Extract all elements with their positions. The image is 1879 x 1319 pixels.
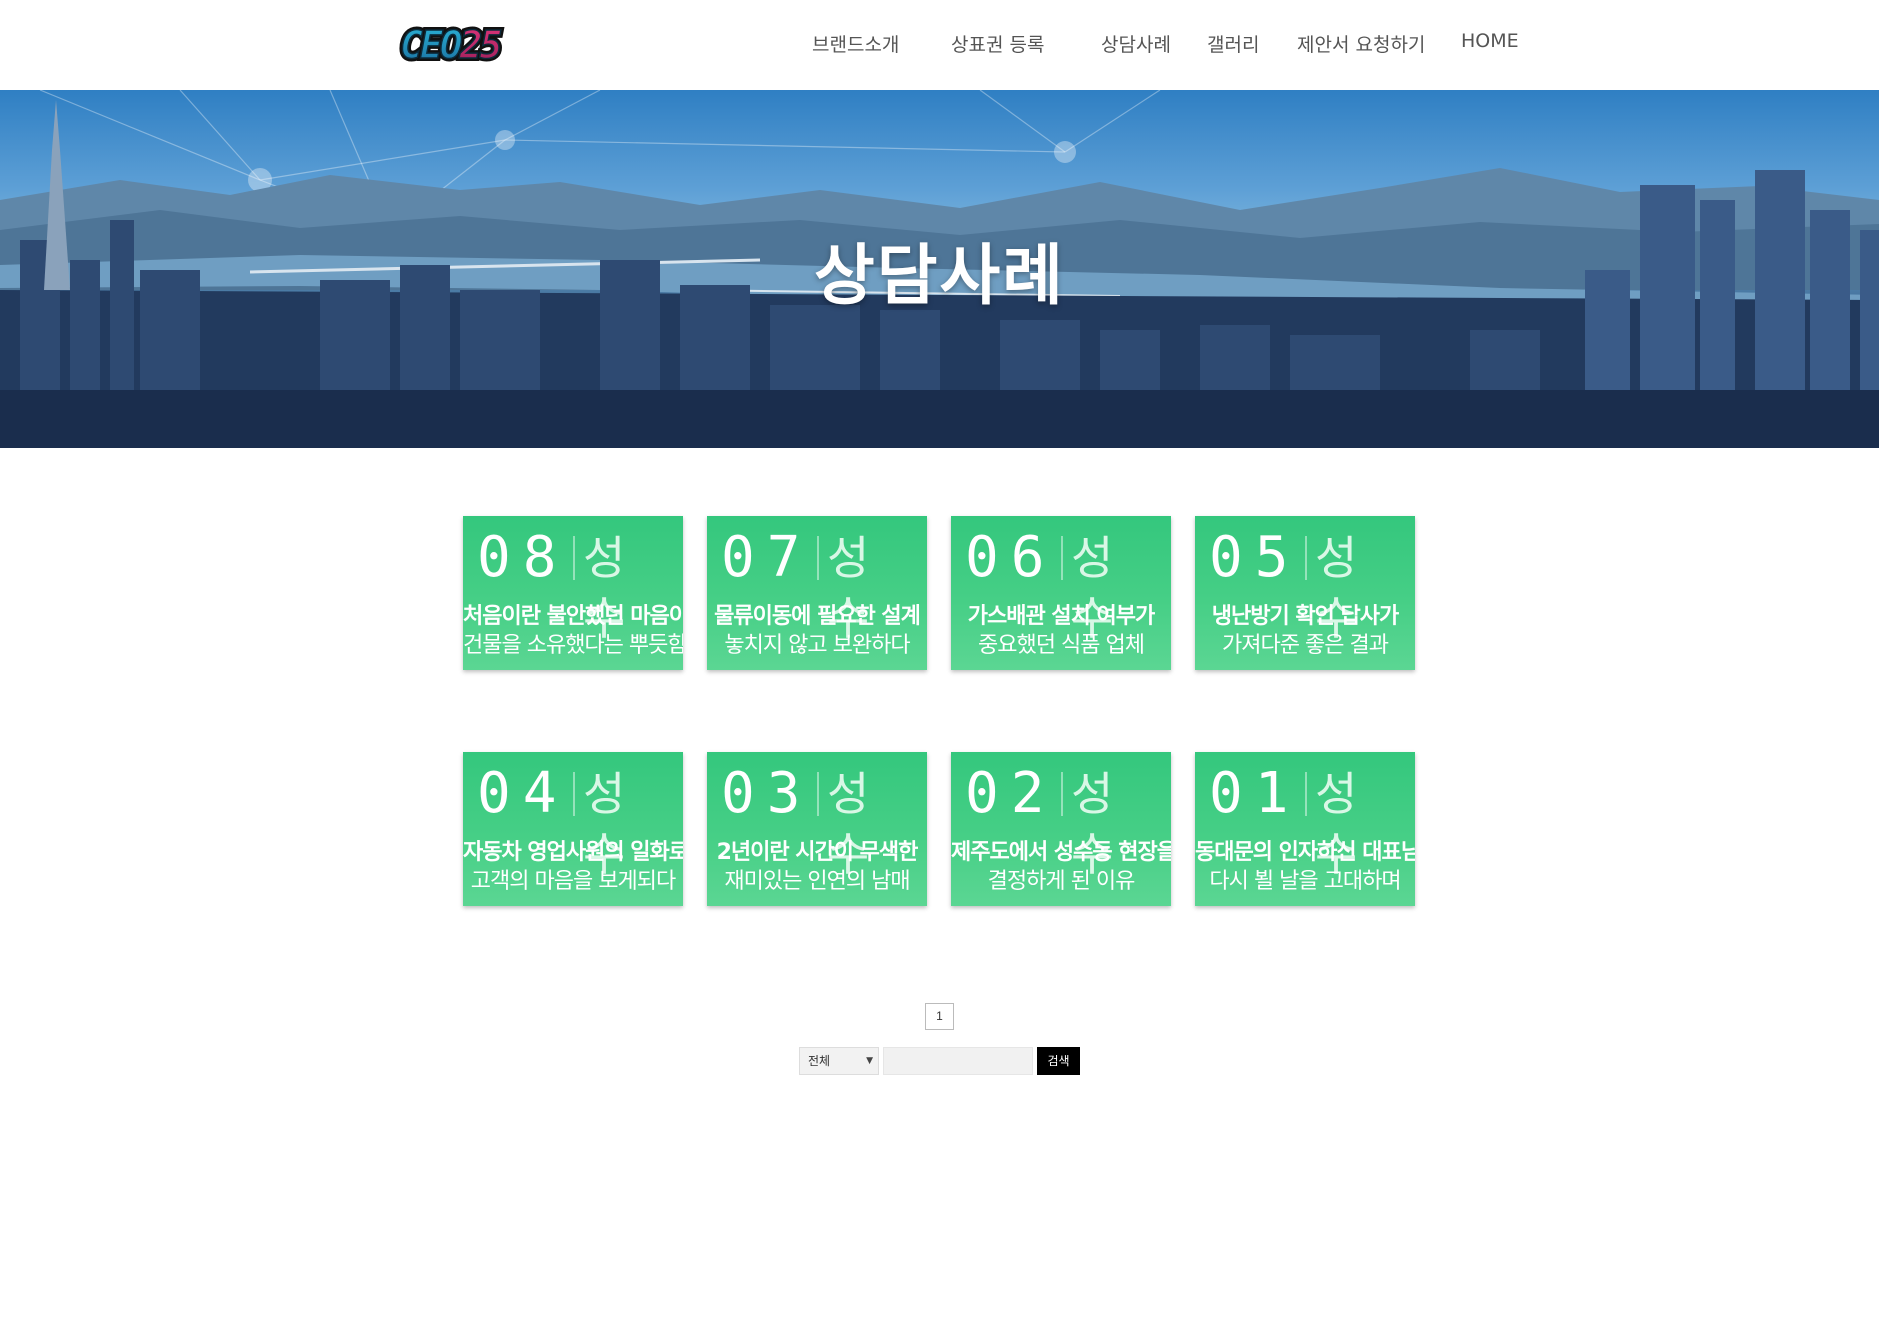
case-card-06[interactable]: 06 성수 가스배관 설치 여부가 중요했던 식품 업체: [951, 516, 1171, 670]
case-location-tag: 성수: [583, 531, 634, 645]
case-headline: 냉난방기 확인 답사가: [1211, 604, 1399, 629]
case-subline: 가져다준 좋은 결과: [1222, 633, 1389, 658]
divider: [1061, 536, 1063, 580]
case-subline: 고객의 마음을 보게되다: [470, 869, 676, 894]
pagination-page-1[interactable]: 1: [925, 1003, 954, 1030]
case-headline: 물류이동에 필요한 설계: [714, 604, 921, 629]
case-number: 05: [1209, 525, 1301, 590]
search-scope-value: 전체: [808, 1054, 831, 1068]
case-card-03[interactable]: 03 성수 2년이란 시간이 무색한 재미있는 인연의 남매: [707, 752, 927, 906]
case-subline: 놓치지 않고 보완하다: [724, 633, 910, 658]
case-headline: 자동차 영업사원의 일화로: [463, 840, 683, 865]
case-subline: 결정하게 된 이유: [987, 869, 1136, 894]
nav-proposal-request[interactable]: 제안서 요청하기: [1297, 30, 1425, 57]
case-location-tag: 성수: [1071, 531, 1122, 645]
case-card-04[interactable]: 04 성수 자동차 영업사원의 일화로 고객의 마음을 보게되다: [463, 752, 683, 906]
divider: [1305, 536, 1307, 580]
nav-home[interactable]: HOME: [1461, 30, 1519, 52]
case-number: 02: [965, 761, 1057, 826]
case-headline: 가스배관 설치 여부가: [967, 604, 1155, 629]
case-number: 06: [965, 525, 1057, 590]
case-subline: 중요했던 식품 업체: [978, 633, 1145, 658]
case-headline: 동대문의 인자하신 대표님: [1195, 840, 1415, 865]
case-location-tag: 성수: [1315, 531, 1366, 645]
case-location-tag: 성수: [827, 767, 878, 881]
divider: [817, 772, 819, 816]
case-number: 08: [477, 525, 569, 590]
case-subline: 재미있는 인연의 남매: [724, 869, 910, 894]
divider: [817, 536, 819, 580]
case-card-05[interactable]: 05 성수 냉난방기 확인 답사가 가져다준 좋은 결과: [1195, 516, 1415, 670]
case-subline: 건물을 소유했다는 뿌듯함으로: [463, 633, 683, 658]
nav-consulting-cases[interactable]: 상담사례: [1101, 30, 1171, 57]
case-number: 07: [721, 525, 813, 590]
divider: [1061, 772, 1063, 816]
case-card-07[interactable]: 07 성수 물류이동에 필요한 설계 놓치지 않고 보완하다: [707, 516, 927, 670]
divider: [573, 536, 575, 580]
page-title: 상담사례: [814, 237, 1065, 314]
main-nav: 브랜드소개 상표권 등록 상담사례 갤러리 제안서 요청하기 HOME: [0, 0, 1879, 90]
case-location-tag: 성수: [583, 767, 634, 881]
case-card-01[interactable]: 01 성수 동대문의 인자하신 대표님 다시 뵐 날을 고대하며: [1195, 752, 1415, 906]
case-card-02[interactable]: 02 성수 제주도에서 성수동 현장을 결정하게 된 이유: [951, 752, 1171, 906]
case-headline: 2년이란 시간이 무색한: [716, 840, 919, 865]
divider: [1305, 772, 1307, 816]
nav-gallery[interactable]: 갤러리: [1207, 30, 1259, 57]
case-location-tag: 성수: [1315, 767, 1366, 881]
case-number: 01: [1209, 761, 1301, 826]
case-card-08[interactable]: 08 성수 처음이란 불안했던 마음이 건물을 소유했다는 뿌듯함으로: [463, 516, 683, 670]
site-header: CEO25 CEO25 브랜드소개 상표권 등록 상담사례 갤러리 제안서 요청…: [0, 0, 1879, 90]
case-number: 04: [477, 761, 569, 826]
case-subline: 다시 뵐 날을 고대하며: [1209, 869, 1401, 894]
search-button[interactable]: 검색: [1037, 1047, 1080, 1075]
case-location-tag: 성수: [1071, 767, 1122, 881]
dropdown-arrow-icon: ▼: [866, 1056, 873, 1066]
case-headline: 처음이란 불안했던 마음이: [463, 604, 683, 629]
case-number: 03: [721, 761, 813, 826]
search-input[interactable]: [883, 1047, 1033, 1075]
nav-brand-intro[interactable]: 브랜드소개: [812, 30, 899, 57]
case-headline: 제주도에서 성수동 현장을: [951, 840, 1171, 865]
nav-trademark-registration[interactable]: 상표권 등록: [951, 30, 1044, 57]
case-location-tag: 성수: [827, 531, 878, 645]
hero-banner: 상담사례: [0, 90, 1879, 448]
search-scope-select[interactable]: 전체 ▼: [799, 1047, 879, 1075]
divider: [573, 772, 575, 816]
